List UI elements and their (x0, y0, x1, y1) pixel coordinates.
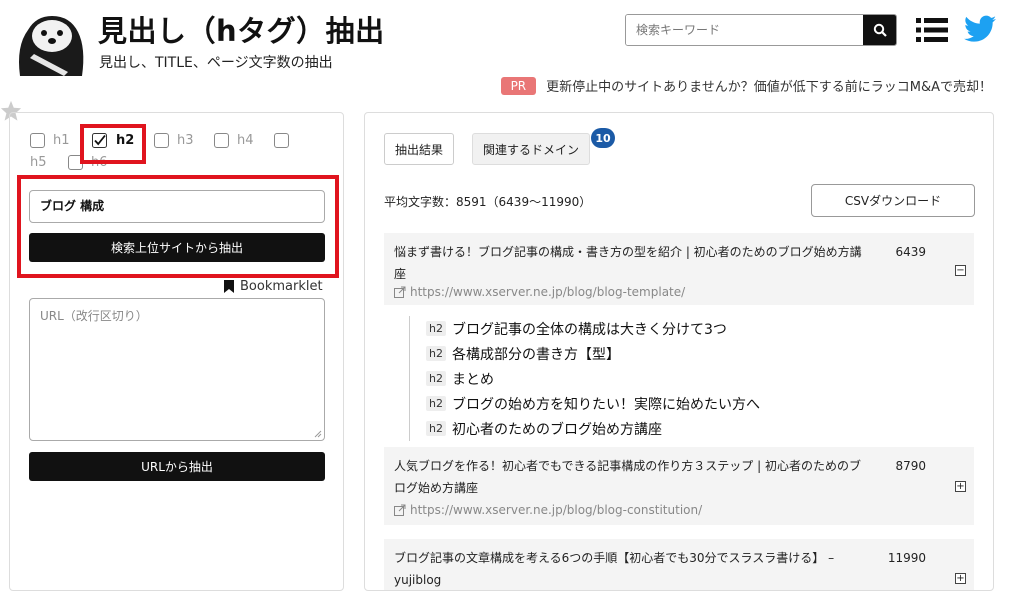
highlight-box (80, 124, 146, 164)
search-icon (873, 23, 887, 37)
bookmark-icon (224, 280, 234, 293)
list-menu-icon[interactable] (916, 16, 948, 44)
result-title[interactable]: 人気ブログを作る！初心者でもできる記事構成の作り方３ステップ | 初心者のための… (394, 455, 864, 499)
checkbox-icon (30, 133, 45, 148)
external-link-icon (394, 504, 406, 516)
result-item: 人気ブログを作る！初心者でもできる記事構成の作り方３ステップ | 初心者のための… (384, 447, 974, 525)
heading-tag: h2 (426, 421, 446, 436)
heading-tag: h2 (426, 396, 446, 411)
domain-count-badge: 10 (591, 128, 615, 148)
result-char-count: 6439 (895, 245, 926, 259)
expand-icon[interactable]: + (955, 481, 966, 492)
highlight-box (17, 175, 339, 278)
heading-tag: h2 (426, 371, 446, 386)
page-title: 見出し（hタグ）抽出 (98, 14, 385, 48)
heading-text: ブログの始め方を知りたい！実際に始めたい方へ (451, 396, 760, 413)
checkbox-icon (274, 133, 289, 148)
tag-h1-checkbox[interactable]: h1 (30, 133, 70, 148)
tag-h5-checkbox[interactable] (274, 133, 297, 148)
twitter-icon[interactable] (964, 14, 996, 44)
list-item: h2 各構成部分の書き方【型】 (426, 341, 760, 366)
pr-badge: PR (500, 76, 537, 95)
tag-h5-label: h5 (30, 155, 47, 170)
heading-tag: h2 (426, 321, 446, 336)
collapse-icon[interactable]: − (955, 265, 966, 276)
site-search (625, 14, 897, 46)
result-item: ブログ記事の文章構成を考える6つの手順【初心者でも30分でスラスラ書ける】 – … (384, 539, 974, 590)
result-title[interactable]: 悩まず書ける！ブログ記事の構成・書き方の型を紹介 | 初心者のためのブログ始め方… (394, 241, 864, 285)
checkbox-icon (214, 133, 229, 148)
heading-tag: h2 (426, 346, 446, 361)
expand-icon[interactable]: + (955, 573, 966, 584)
heading-text: 初心者のためのブログ始め方講座 (451, 421, 662, 438)
external-link-icon (394, 286, 406, 298)
tab-related-domains[interactable]: 関連するドメイン (472, 133, 591, 165)
url-textarea[interactable]: URL（改行区切り） (29, 298, 325, 441)
tag-h3-checkbox[interactable]: h3 (154, 133, 194, 148)
pr-text[interactable]: 更新停止中のサイトありませんか？価値が低下する前にラッコM&Aで売却！ (546, 76, 992, 95)
result-title[interactable]: ブログ記事の文章構成を考える6つの手順【初心者でも30分でスラスラ書ける】 – … (394, 547, 864, 590)
heading-text: ブログ記事の全体の構成は大きく分けて3つ (451, 321, 727, 338)
result-item: 悩まず書ける！ブログ記事の構成・書き方の型を紹介 | 初心者のためのブログ始め方… (384, 233, 974, 305)
page-subtitle: 見出し、TITLE、ページ文字数の抽出 (99, 55, 333, 71)
list-item: h2 まとめ (426, 366, 760, 391)
tag-h4-checkbox[interactable]: h4 (214, 133, 254, 148)
otter-logo (19, 16, 84, 76)
checkbox-icon (154, 133, 169, 148)
csv-download-button[interactable]: CSVダウンロード (811, 184, 975, 217)
result-char-count: 8790 (895, 459, 926, 473)
list-item: h2 初心者のためのブログ始め方講座 (426, 416, 760, 441)
bookmarklet-link[interactable]: Bookmarklet (224, 279, 323, 294)
pr-banner[interactable]: PR 更新停止中のサイトありませんか？価値が低下する前にラッコM&Aで売却！ (500, 76, 992, 95)
result-url[interactable]: https://www.xserver.ne.jp/blog/blog-cons… (394, 503, 702, 517)
heading-text: まとめ (451, 371, 494, 388)
tab-results[interactable]: 抽出結果 (384, 133, 455, 165)
search-input[interactable] (626, 15, 863, 45)
result-char-count: 11990 (887, 551, 926, 565)
list-item: h2 ブログの始め方を知りたい！実際に始めたい方へ (426, 391, 760, 416)
heading-list: h2 ブログ記事の全体の構成は大きく分けて3つ h2 各構成部分の書き方【型】 … (409, 316, 760, 441)
heading-text: 各構成部分の書き方【型】 (451, 346, 620, 363)
average-char-count: 平均文字数：8591（6439〜11990） (384, 195, 592, 209)
search-button[interactable] (863, 15, 896, 45)
list-item: h2 ブログ記事の全体の構成は大きく分けて3つ (426, 316, 760, 341)
url-extract-button[interactable]: URLから抽出 (29, 452, 325, 481)
resize-handle-icon[interactable] (314, 430, 322, 438)
result-url[interactable]: https://www.xserver.ne.jp/blog/blog-temp… (394, 285, 685, 299)
